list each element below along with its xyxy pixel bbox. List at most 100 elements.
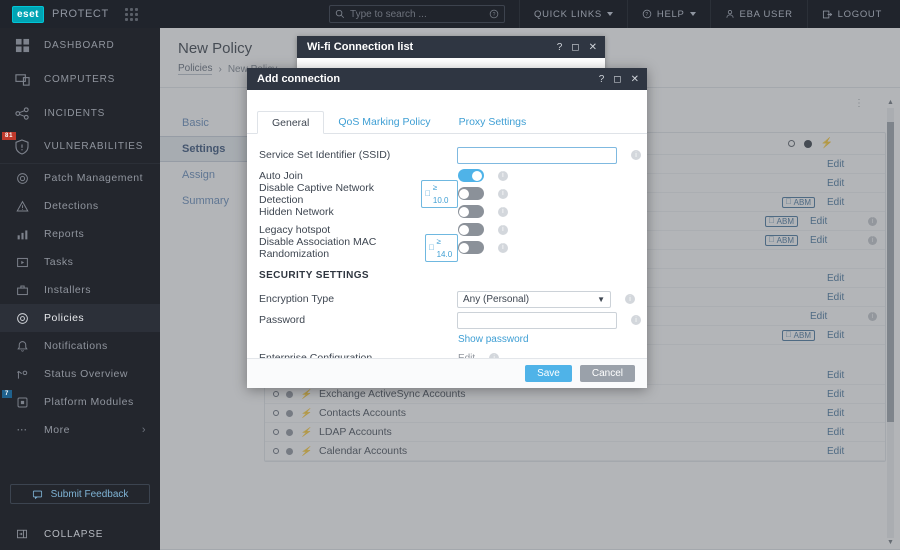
help-icon[interactable]: ?	[557, 42, 563, 53]
sidebar-item-label: Status Overview	[44, 368, 128, 380]
field-password: Password i	[259, 310, 641, 330]
dashboard-icon	[0, 38, 44, 53]
add-connection-title: Add connection	[257, 73, 341, 85]
sidebar-item-label: Patch Management	[44, 172, 144, 184]
comment-icon	[32, 490, 42, 499]
sidebar-item-vulnerabilities[interactable]: 81 VULNERABILITIES	[0, 130, 160, 164]
sidebar-item-dashboard[interactable]: DASHBOARD	[0, 28, 160, 62]
info-icon[interactable]: i	[497, 206, 508, 217]
sidebar-item-more[interactable]: ⋯ More ›	[0, 416, 160, 444]
chevron-down-icon	[606, 12, 613, 16]
platform-modules-badge: 7	[2, 390, 12, 398]
help-menu[interactable]: ? HELP	[626, 0, 710, 28]
installers-icon	[0, 284, 44, 297]
sidebar-item-incidents[interactable]: INCIDENTS	[0, 96, 160, 130]
incidents-icon	[0, 106, 44, 121]
close-icon[interactable]: ✕	[589, 42, 597, 53]
encryption-type-select[interactable]: Any (Personal) ▼	[457, 290, 611, 308]
search-icon	[335, 9, 345, 19]
info-icon[interactable]: i	[497, 170, 508, 181]
svg-text:?: ?	[645, 12, 648, 18]
add-connection-title-buttons: ? ◻ ✕	[599, 74, 639, 85]
sidebar-footer: Submit Feedback COLLAPSE	[0, 484, 160, 550]
sidebar-item-computers[interactable]: COMPUTERS	[0, 62, 160, 96]
auto-join-toggle[interactable]	[457, 169, 484, 182]
field-hidden-network: Hidden Network i	[259, 203, 635, 220]
logout-button[interactable]: LOGOUT	[806, 0, 900, 28]
sidebar-item-policies[interactable]: Policies	[0, 304, 160, 332]
sidebar-item-label: Installers	[44, 284, 92, 296]
mac-randomization-toggle[interactable]	[457, 241, 484, 254]
collapse-sidebar-button[interactable]: COLLAPSE	[0, 518, 160, 550]
close-icon[interactable]: ✕	[631, 74, 639, 85]
help-icon[interactable]: ?	[599, 74, 605, 85]
info-icon[interactable]: i	[631, 150, 641, 160]
save-button[interactable]: Save	[525, 365, 572, 382]
captive-network-toggle[interactable]	[457, 187, 484, 200]
global-search[interactable]: Type to search ... ?	[329, 5, 506, 23]
sidebar-item-notifications[interactable]: Notifications	[0, 332, 160, 360]
sidebar-item-reports[interactable]: Reports	[0, 220, 160, 248]
bell-icon	[0, 340, 44, 353]
submit-feedback-button[interactable]: Submit Feedback	[10, 484, 150, 504]
eset-logo: eset	[12, 5, 45, 23]
user-menu[interactable]: EBA USER	[709, 0, 807, 28]
sidebar-item-label: Reports	[44, 228, 85, 240]
info-icon[interactable]: i	[631, 315, 641, 325]
quick-links-menu[interactable]: QUICK LINKS	[519, 0, 627, 28]
chevron-down-icon	[689, 12, 696, 16]
top-header-bar: eset PROTECT Type to search ... ? QUICK …	[0, 0, 900, 28]
help-icon: ?	[642, 9, 652, 19]
status-icon	[0, 368, 44, 381]
tab-qos-marking-policy[interactable]: QoS Marking Policy	[324, 111, 444, 133]
search-input[interactable]: Type to search ...	[350, 9, 489, 20]
product-name: PROTECT	[52, 8, 109, 20]
chevron-right-icon: ›	[141, 424, 146, 436]
logout-icon	[822, 10, 832, 18]
sidebar-item-patch-management[interactable]: Patch Management	[0, 164, 160, 192]
sidebar-item-label: More	[44, 424, 70, 436]
info-icon[interactable]: i	[625, 294, 635, 304]
maximize-icon[interactable]: ◻	[571, 42, 579, 53]
wifi-dialog-title-buttons: ? ◻ ✕	[557, 42, 597, 53]
info-icon[interactable]: i	[497, 188, 508, 199]
sidebar-item-label: Tasks	[44, 256, 74, 268]
hidden-network-toggle[interactable]	[457, 205, 484, 218]
sidebar-item-label: Policies	[44, 312, 85, 324]
sidebar-item-label: VULNERABILITIES	[44, 141, 144, 152]
dialog-cancel-button[interactable]: Cancel	[579, 365, 635, 382]
user-icon	[726, 10, 734, 18]
svg-text:?: ?	[493, 12, 496, 18]
submit-feedback-label: Submit Feedback	[50, 488, 129, 500]
legacy-hotspot-toggle[interactable]	[457, 223, 484, 236]
tab-general[interactable]: General	[257, 111, 325, 134]
help-circle-icon[interactable]: ?	[489, 9, 499, 19]
application-window: eset PROTECT Type to search ... ? QUICK …	[0, 0, 900, 550]
header-actions: Type to search ... ? QUICK LINKS ? HELP	[329, 0, 900, 28]
sidebar-item-tasks[interactable]: Tasks	[0, 248, 160, 276]
sidebar-item-detections[interactable]: Detections	[0, 192, 160, 220]
field-ssid: Service Set Identifier (SSID) i	[259, 144, 641, 166]
sidebar-item-platform-modules[interactable]: 7 Platform Modules	[0, 388, 160, 416]
sidebar-item-status-overview[interactable]: Status Overview	[0, 360, 160, 388]
ssid-input[interactable]	[457, 146, 617, 164]
sidebar-item-label: DASHBOARD	[44, 39, 115, 51]
encryption-type-label: Encryption Type	[259, 293, 335, 305]
mac-randomization-label: Disable Association MAC Randomization	[259, 235, 377, 260]
password-input[interactable]	[457, 311, 617, 329]
sidebar-item-installers[interactable]: Installers	[0, 276, 160, 304]
add-connection-dialog: Add connection ? ◻ ✕ General QoS Marking…	[247, 68, 647, 388]
show-password-link[interactable]: Show password	[458, 334, 529, 345]
vulnerabilities-badge: 81	[2, 132, 17, 140]
wifi-dialog-title: Wi-fi Connection list	[307, 41, 414, 53]
tab-proxy-settings[interactable]: Proxy Settings	[445, 111, 541, 133]
collapse-label: COLLAPSE	[44, 528, 104, 540]
tasks-icon	[0, 256, 44, 269]
info-icon[interactable]: i	[497, 224, 508, 235]
apple-icon: 	[425, 189, 431, 198]
collapse-icon	[0, 528, 44, 540]
maximize-icon[interactable]: ◻	[613, 74, 621, 85]
encryption-type-value: Any (Personal)	[463, 293, 530, 305]
info-icon[interactable]: i	[497, 242, 508, 253]
app-grid-icon[interactable]	[124, 7, 138, 21]
